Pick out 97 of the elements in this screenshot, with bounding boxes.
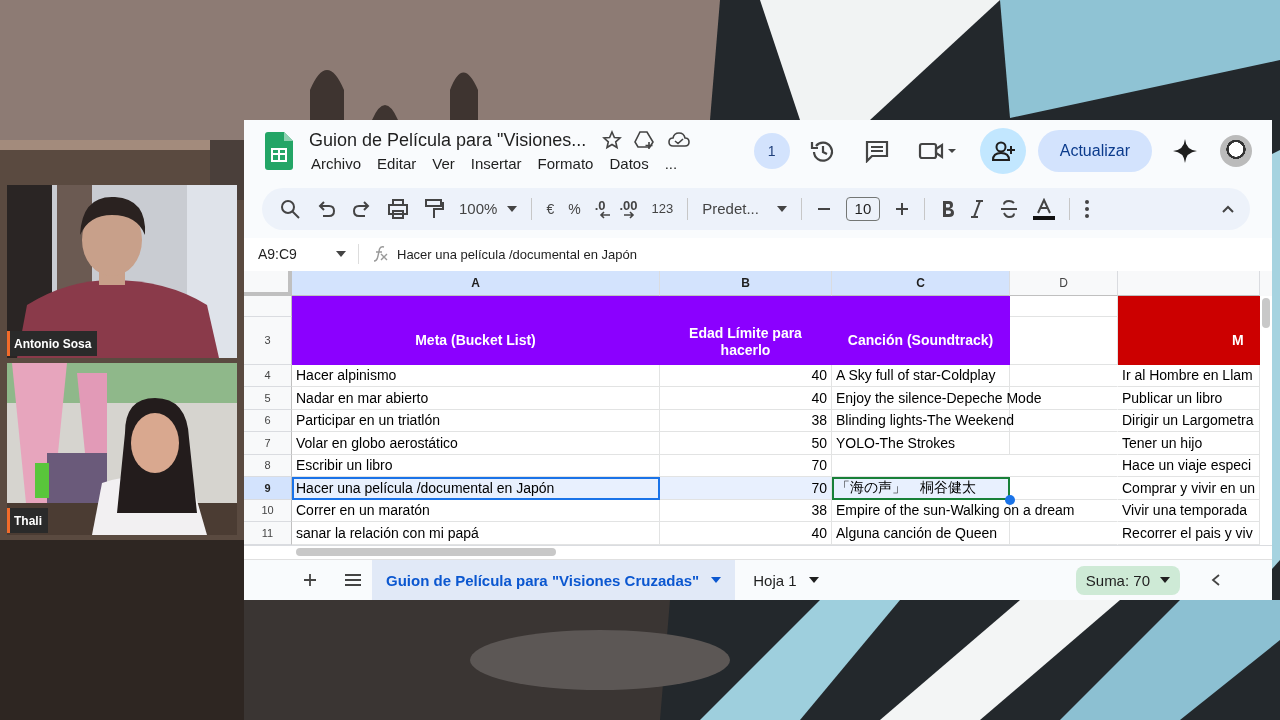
- table-cell: Recorrer el pais y viv: [1118, 522, 1260, 545]
- table-cell: Correr en un maratón: [292, 499, 660, 522]
- strikethrough-icon[interactable]: [998, 197, 1019, 220]
- function-icon: [371, 246, 389, 263]
- avatar[interactable]: [1220, 134, 1252, 167]
- table-cell: A Sky full of star-Coldplay: [832, 364, 1118, 387]
- table-cell: 70: [660, 477, 832, 500]
- table-cell: Nadar en mar abierto: [292, 387, 660, 410]
- row-header[interactable]: 10: [244, 499, 292, 522]
- sheet-tab[interactable]: Guion de Película para "Visiones Cruzadas": [372, 560, 736, 600]
- menu-item[interactable]: Datos: [607, 152, 656, 172]
- table-cell: Comprar y vivir en un: [1118, 477, 1260, 500]
- paint-format-icon[interactable]: [423, 197, 445, 220]
- column-header[interactable]: A: [292, 270, 660, 296]
- header-cell: Meta (Bucket List): [292, 316, 660, 365]
- table-cell: Enjoy the silence-Depeche Mode: [832, 387, 1118, 410]
- sum-button[interactable]: Suma: 70: [1075, 565, 1180, 595]
- print-icon[interactable]: [387, 197, 409, 220]
- header-cell: Edad Límite para hacerlo: [660, 316, 832, 365]
- table-cell: Alguna canción de Queen: [832, 522, 1118, 545]
- menu-item[interactable]: Editar: [375, 152, 424, 172]
- table-cell: Blinding lights-The Weekend: [832, 409, 1118, 432]
- menu-item[interactable]: ...: [662, 152, 685, 172]
- decrease-decimal-button[interactable]: .0: [594, 198, 606, 220]
- collapse-panel-icon[interactable]: [1210, 573, 1222, 587]
- menu-icon[interactable]: [344, 573, 362, 587]
- table-cell: 38: [660, 499, 832, 522]
- number-format-button[interactable]: 123: [651, 201, 674, 217]
- arrow-icon: [623, 211, 636, 220]
- menu-item[interactable]: Archivo: [309, 152, 369, 172]
- header-cell: M: [1118, 316, 1260, 365]
- caret-icon: [711, 577, 722, 583]
- caret-icon: [336, 251, 346, 258]
- menu-item[interactable]: Formato: [535, 152, 601, 172]
- percent-button[interactable]: %: [568, 200, 581, 217]
- menu-item[interactable]: Insertar: [468, 152, 529, 172]
- table-cell: Hacer una película /documental en Japón: [292, 477, 660, 500]
- table-cell: sanar la relación con mi papá: [292, 522, 660, 545]
- table-cell: YOLO-The Strokes: [832, 432, 1118, 455]
- caret-icon: [776, 205, 787, 212]
- table-cell: 38: [660, 409, 832, 432]
- column-header[interactable]: C: [832, 270, 1010, 296]
- font-dropdown[interactable]: Predet...: [702, 200, 787, 218]
- cloud-icon[interactable]: [668, 131, 691, 150]
- table-cell: 40: [660, 387, 832, 410]
- menu-item[interactable]: Ver: [430, 152, 462, 172]
- table-cell: Tener un hijo: [1118, 432, 1260, 455]
- table-cell: 40: [660, 522, 832, 545]
- font-size-field[interactable]: 10: [845, 196, 880, 221]
- formula-field[interactable]: Hacer una película /documental en Japón: [397, 246, 637, 262]
- column-header[interactable]: B: [660, 270, 832, 296]
- row-header[interactable]: 7: [244, 432, 292, 455]
- currency-button[interactable]: €: [546, 200, 555, 217]
- add-person-icon: [990, 139, 1015, 162]
- sheets-logo-icon[interactable]: [265, 131, 293, 170]
- row-header[interactable]: 8: [244, 454, 292, 477]
- more-icon[interactable]: [1083, 197, 1090, 220]
- update-button[interactable]: Actualizar: [1037, 129, 1152, 172]
- increase-decimal-button[interactable]: .00: [619, 198, 638, 220]
- sheet-tab[interactable]: Hoja 1: [739, 560, 833, 600]
- arrow-icon: [598, 211, 611, 220]
- table-cell: 50: [660, 432, 832, 455]
- caret-icon: [507, 205, 518, 212]
- table-cell: Hace un viaje especi: [1118, 454, 1260, 477]
- comment-icon[interactable]: [863, 138, 890, 163]
- table-cell: Vivir una temporada: [1118, 499, 1260, 522]
- caret-icon: [1160, 577, 1170, 583]
- table-cell: Dirigir un Largometra: [1118, 409, 1260, 432]
- fill-handle[interactable]: [1005, 494, 1015, 505]
- text-color-icon[interactable]: [1032, 197, 1055, 220]
- row-header[interactable]: 3: [244, 316, 292, 365]
- search-icon[interactable]: [279, 197, 301, 220]
- table-cell: Publicar un libro: [1118, 387, 1260, 410]
- table-cell: Hacer alpinismo: [292, 364, 660, 387]
- scrollbar-thumb[interactable]: [1262, 298, 1270, 328]
- row-header[interactable]: 4: [244, 364, 292, 387]
- drive-icon[interactable]: [634, 130, 657, 151]
- viewer-count-badge[interactable]: 1: [753, 132, 790, 169]
- table-cell: Participar en un triatlón: [292, 409, 660, 432]
- column-header[interactable]: D: [1010, 270, 1118, 296]
- add-sheet-icon[interactable]: [302, 572, 318, 588]
- table-cell: 40: [660, 364, 832, 387]
- zoom-dropdown[interactable]: 100%: [459, 200, 518, 218]
- row-header[interactable]: 9: [244, 477, 292, 500]
- header-cell: Canción (Soundtrack): [832, 316, 1010, 365]
- document-title[interactable]: Guion de Película para "Visiones...: [309, 129, 587, 151]
- row-header[interactable]: 5: [244, 387, 292, 410]
- scrollbar-thumb[interactable]: [296, 548, 556, 557]
- star-icon[interactable]: [602, 130, 623, 151]
- row-header[interactable]: 11: [244, 522, 292, 545]
- table-cell: Ir al Hombre en Llam: [1118, 364, 1260, 387]
- name-box[interactable]: A9:C9: [258, 246, 346, 263]
- caret-icon: [808, 577, 819, 583]
- table-cell: 「海の声」 桐谷健太: [832, 477, 1010, 500]
- table-cell: Volar en globo aerostático: [292, 432, 660, 455]
- row-header[interactable]: 6: [244, 409, 292, 432]
- italic-icon[interactable]: [968, 197, 985, 220]
